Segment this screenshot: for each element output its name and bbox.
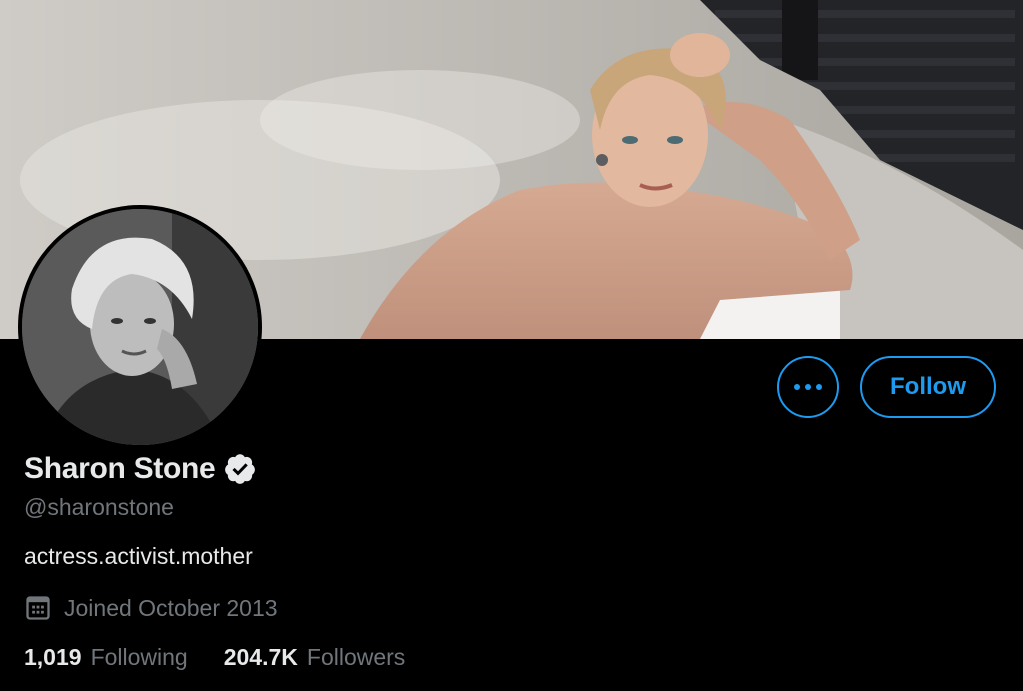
followers-link[interactable]: 204.7K Followers [224, 644, 406, 671]
joined-date-row: Joined October 2013 [24, 594, 278, 622]
profile-bio: actress.activist.mother [24, 543, 253, 569]
followers-label: Followers [306, 644, 406, 670]
following-link[interactable]: 1,019 Following [24, 644, 188, 671]
followers-count: 204.7K [223, 644, 298, 670]
profile-name-row: Sharon Stone [24, 452, 257, 486]
follow-button[interactable]: Follow [860, 356, 996, 418]
more-icon-dot [816, 384, 822, 390]
following-count: 1,019 [24, 644, 82, 670]
calendar-icon [26, 596, 50, 620]
profile-stats: 1,019 Following 204.7K Followers [24, 644, 441, 671]
verified-badge-icon[interactable] [223, 452, 257, 486]
profile-avatar[interactable] [18, 205, 262, 449]
more-icon [794, 384, 800, 390]
following-label: Following [90, 644, 188, 670]
more-icon-dot [805, 384, 811, 390]
profile-handle: @sharonstone [24, 494, 174, 520]
more-options-button[interactable] [777, 356, 839, 418]
joined-date: Joined October 2013 [64, 594, 278, 621]
profile-name: Sharon Stone [24, 452, 216, 485]
